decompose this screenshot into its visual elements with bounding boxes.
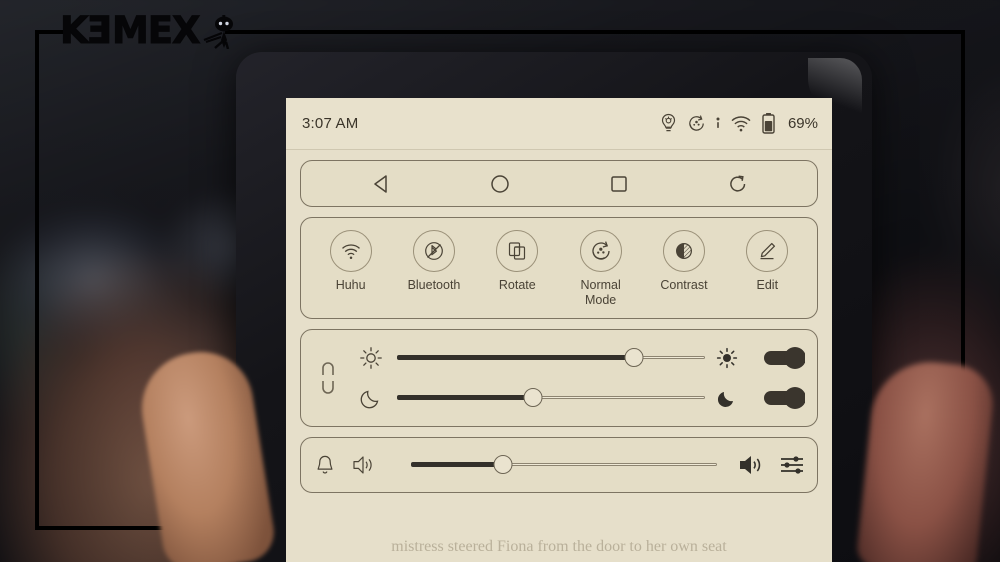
triangle-left-icon (373, 174, 387, 193)
refresh-mode-icon (689, 115, 704, 131)
logo-k: K (60, 8, 90, 52)
square-icon (610, 175, 627, 192)
warm-light-switch[interactable] (749, 346, 805, 370)
cold-light-switch[interactable] (749, 386, 805, 410)
toggle-edit-label: Edit (756, 278, 779, 292)
toggle-normal-mode-circle (579, 230, 622, 272)
toggle-rotate[interactable]: Rotate (476, 230, 558, 293)
toggle-rotate-label: Rotate (498, 278, 536, 292)
slider-knob[interactable] (523, 388, 543, 407)
ereader-device: mistress steered Fiona from the door to … (236, 52, 872, 562)
home-button[interactable] (473, 167, 527, 201)
toggle-normal-mode-label: Normal Mode (580, 278, 621, 307)
control-center-panels: Huhu Bluetooth Rotate Normal Mode Contra… (286, 150, 832, 493)
link-chain-icon (311, 361, 345, 395)
toggle-contrast-circle (662, 230, 705, 272)
toggle-contrast[interactable]: Contrast (643, 230, 725, 293)
speaker-low-icon[interactable] (349, 454, 375, 476)
robot-mascot-icon (203, 15, 233, 49)
toggle-bluetooth[interactable]: Bluetooth (393, 230, 475, 293)
speaker-high-icon[interactable] (735, 453, 763, 477)
sun-icon (345, 346, 397, 370)
recents-button[interactable] (592, 167, 646, 201)
toggle-wifi-label: Huhu (335, 278, 366, 292)
brand-logo: KEMEX (60, 8, 236, 52)
volume-panel (300, 436, 818, 493)
contrast-circle-icon (675, 242, 692, 260)
refresh-button[interactable] (711, 167, 765, 201)
moon-filled-icon (705, 387, 749, 409)
brightness-panel (300, 328, 818, 427)
dots-separator-icon (716, 117, 720, 128)
wifi-icon (341, 243, 360, 259)
screenshot-root: KEMEX kemex.one mistress steered Fiona f… (0, 0, 1000, 562)
logo-mex: MEX (111, 8, 201, 52)
slider-knob[interactable] (493, 455, 513, 474)
logo-reversed-e: E (87, 8, 112, 52)
battery-icon (762, 113, 775, 134)
cold-light-row (345, 386, 805, 410)
cold-light-slider[interactable] (397, 388, 705, 408)
sun-filled-icon (705, 347, 749, 369)
toggle-wifi-circle (329, 230, 372, 272)
status-icon-group: 69% (659, 112, 818, 135)
volume-slider-wrapper (405, 455, 729, 475)
refresh-arrow-icon (729, 174, 745, 192)
status-clock: 3:07 AM (302, 115, 359, 132)
quick-toggles-row: Huhu Bluetooth Rotate Normal Mode Contra… (309, 230, 809, 308)
lightbulb-icon (661, 113, 676, 132)
circle-icon (490, 174, 509, 193)
back-button[interactable] (354, 167, 408, 201)
ereader-screen: mistress steered Fiona from the door to … (286, 98, 832, 562)
brand-logo-text: KEMEX (60, 8, 202, 52)
slider-fill (397, 355, 635, 360)
slider-fill (397, 395, 533, 400)
warm-light-slider[interactable] (397, 348, 705, 368)
volume-right-icons (735, 453, 805, 477)
book-line-faded: mistress steered Fiona from the door to … (391, 538, 727, 555)
toggle-bluetooth-label: Bluetooth (407, 278, 461, 292)
book-text-area: mistress steered Fiona from the door to … (286, 536, 832, 562)
toggle-contrast-label: Contrast (660, 278, 708, 292)
toggle-normal-mode[interactable]: Normal Mode (560, 230, 642, 308)
equalizer-settings-icon[interactable] (779, 453, 805, 477)
frame-border-left (35, 30, 39, 530)
toggle-bluetooth-circle (412, 230, 455, 272)
bell-icon[interactable] (315, 454, 335, 476)
moon-icon (345, 386, 397, 410)
volume-left-icons (315, 454, 399, 476)
bluetooth-off-icon (425, 242, 443, 260)
slider-knob[interactable] (624, 348, 644, 367)
toggle-edit[interactable]: Edit (726, 230, 808, 293)
quick-toggles-panel: Huhu Bluetooth Rotate Normal Mode Contra… (300, 217, 818, 319)
pencil-icon (760, 242, 776, 260)
battery-percent-label: 69% (787, 115, 818, 132)
status-bar: 3:07 AM 69% (286, 98, 832, 150)
slider-fill (411, 462, 503, 467)
toggle-edit-circle (746, 230, 789, 272)
frame-border-top-right (225, 30, 965, 34)
wifi-icon (731, 116, 751, 132)
toggle-rotate-circle (496, 230, 539, 272)
rotate-pages-icon (509, 242, 526, 260)
warm-light-row (345, 346, 805, 370)
refresh-mode-icon (591, 241, 610, 260)
navigation-panel (300, 160, 818, 207)
brightness-rows (345, 346, 805, 410)
volume-slider[interactable] (411, 455, 717, 475)
toggle-wifi[interactable]: Huhu (310, 230, 392, 293)
